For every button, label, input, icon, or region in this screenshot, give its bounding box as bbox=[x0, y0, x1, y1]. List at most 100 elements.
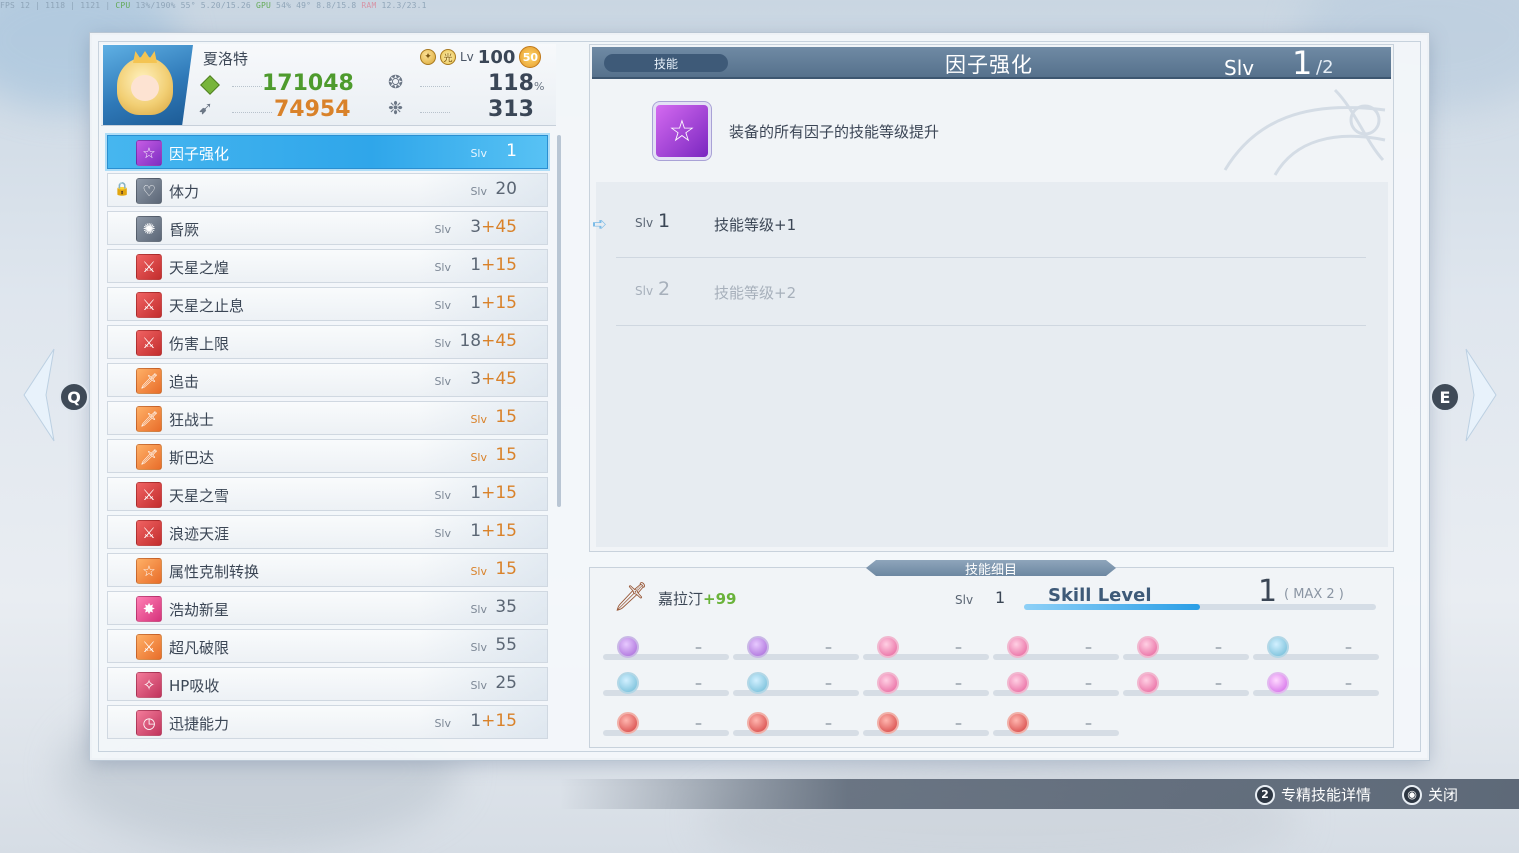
skill-row[interactable]: ⚔ 浪迹天涯 Slv 1+15 bbox=[107, 515, 548, 549]
skill-level-plus: +45 bbox=[481, 331, 517, 351]
skill-row[interactable]: ✸ 浩劫新星 Slv 35 bbox=[107, 591, 548, 625]
skill-name: 昏厥 bbox=[169, 221, 200, 239]
skill-name: 迅捷能力 bbox=[169, 715, 230, 733]
slot-dash: – bbox=[1345, 676, 1352, 692]
level-row-effect: 技能等级+1 bbox=[714, 216, 797, 234]
drain-icon: ✧ bbox=[136, 672, 162, 698]
skill-level-plus: +15 bbox=[481, 293, 517, 313]
close-key-icon: ◉ bbox=[1402, 784, 1422, 805]
swords-icon: ⚔ bbox=[136, 292, 162, 318]
attack-cursor-icon: ➹ bbox=[198, 98, 214, 119]
skill-row[interactable]: ⚔ 超凡破限 Slv 55 bbox=[107, 629, 548, 663]
swords-icon: ⚔ bbox=[136, 520, 162, 546]
skill-name: 天星之雪 bbox=[169, 487, 230, 505]
skill-name: 因子强化 bbox=[169, 145, 230, 163]
skill-category-pill: 技能 bbox=[604, 54, 728, 72]
footer-bar bbox=[560, 779, 1519, 809]
skill-row[interactable]: ⚔ 天星之煌 Slv 1+15 bbox=[107, 249, 548, 283]
swords-icon: ⚔ bbox=[136, 634, 162, 660]
slot-dash: – bbox=[955, 676, 962, 692]
skill-name: 天星之止息 bbox=[169, 297, 245, 315]
skill-slv-tag: Slv bbox=[470, 603, 487, 616]
slot-dash: – bbox=[695, 640, 702, 656]
skill-level-value: 15 bbox=[495, 445, 517, 465]
skill-row[interactable]: 🗡 狂战士 Slv 15 bbox=[107, 401, 548, 435]
skill-row[interactable]: ⚔ 伤害上限 Slv 18+45 bbox=[107, 325, 548, 359]
skill-name: 狂战士 bbox=[169, 411, 215, 429]
star-badge: 50 bbox=[519, 46, 542, 68]
mastery-detail-label: 专精技能详情 bbox=[1281, 786, 1372, 804]
factor-slot: – bbox=[603, 668, 729, 696]
level-value: 100 bbox=[477, 46, 516, 68]
skill-level: 35 bbox=[495, 597, 517, 617]
clock-icon: ◷ bbox=[136, 710, 162, 736]
skill-row[interactable]: 🔒 ♡ 体力 Slv 20 bbox=[107, 173, 548, 207]
prev-arrow-icon[interactable] bbox=[18, 345, 58, 445]
factor-slot: – bbox=[863, 632, 989, 660]
next-arrow-icon[interactable] bbox=[1462, 345, 1502, 445]
factor-teal-icon bbox=[747, 672, 769, 694]
skill-row[interactable]: ⚔ 天星之止息 Slv 1+15 bbox=[107, 287, 548, 321]
skill-row[interactable]: ☆ 因子强化 Slv 1 bbox=[107, 135, 548, 169]
skill-level-value: 3 bbox=[470, 217, 482, 237]
perf-gpu-label: GPU bbox=[255, 1, 272, 10]
coin-icon: ✦ bbox=[420, 49, 436, 65]
factor-slot: – bbox=[993, 668, 1119, 696]
skill-level: 1+15 bbox=[470, 521, 517, 541]
perf-fps: FPS 12 | 1118 | 1121 | bbox=[0, 1, 116, 10]
skill-row[interactable]: ◷ 迅捷能力 Slv 1+15 bbox=[107, 705, 548, 739]
skill-row[interactable]: 🗡 斯巴达 Slv 15 bbox=[107, 439, 548, 473]
perf-cpu-mem: 5.20/15.26 bbox=[200, 1, 251, 10]
prev-key-q[interactable]: Q bbox=[59, 382, 89, 412]
factor-pink-icon bbox=[1137, 636, 1159, 658]
skill-row[interactable]: ⚔ 天星之雪 Slv 1+15 bbox=[107, 477, 548, 511]
skill-breakdown-tab: 技能细目 bbox=[866, 560, 1116, 576]
skill-row[interactable]: ✧ HP吸收 Slv 25 bbox=[107, 667, 548, 701]
skill-level: 18+45 bbox=[459, 331, 517, 351]
skill-row[interactable]: ☆ 属性克制转换 Slv 15 bbox=[107, 553, 548, 587]
skill-level: 3+45 bbox=[470, 217, 517, 237]
slot-dash: – bbox=[1345, 640, 1352, 656]
skill-list-scrollbar[interactable] bbox=[557, 135, 561, 507]
critical-value: 118 bbox=[488, 71, 534, 96]
skill-row[interactable]: ✺ 昏厥 Slv 3+45 bbox=[107, 211, 548, 245]
skill-level-plus: +15 bbox=[481, 521, 517, 541]
skill-slv-tag: Slv bbox=[470, 565, 487, 578]
level-row-tag: Slv bbox=[635, 284, 654, 298]
skill-level-table: Slv 1 技能等级+1 Slv 2 技能等级+2 bbox=[596, 182, 1388, 547]
factor-slot: – bbox=[863, 708, 989, 736]
skill-slv-tag: Slv bbox=[434, 527, 451, 540]
character-name: 夏洛特 bbox=[203, 50, 249, 68]
mastery-detail-button[interactable]: 2 专精技能详情 bbox=[1255, 784, 1371, 805]
skill-title: 因子强化 bbox=[945, 53, 1033, 77]
factor-slot: – bbox=[1253, 668, 1379, 696]
dizzy-icon: ✺ bbox=[136, 216, 162, 242]
skill-level-value: 20 bbox=[495, 179, 517, 199]
skill-slv-tag: Slv bbox=[470, 147, 487, 160]
next-key-e[interactable]: E bbox=[1430, 382, 1460, 412]
close-button[interactable]: ◉ 关闭 bbox=[1402, 784, 1458, 805]
factor-teal-icon bbox=[1267, 636, 1289, 658]
weapon-slv-value: 1 bbox=[995, 588, 1006, 607]
speed-stat: 313 bbox=[488, 97, 534, 122]
critical-unit: % bbox=[533, 80, 545, 93]
skill-level-value: 1 bbox=[506, 141, 517, 161]
factor-slot: – bbox=[603, 708, 729, 736]
awaken-icon: 光 bbox=[440, 49, 456, 65]
perf-ram-value: 12.3/23.1 bbox=[381, 1, 427, 10]
factor-star-icon bbox=[1267, 672, 1289, 694]
lock-icon: 🔒 bbox=[114, 182, 131, 197]
factor-pink-icon bbox=[1137, 672, 1159, 694]
skill-slv-tag: Slv bbox=[434, 337, 451, 350]
factor-slot: – bbox=[1253, 632, 1379, 660]
perf-gpu-value: 54% bbox=[276, 1, 292, 10]
star-outline-icon: ☆ bbox=[136, 558, 162, 584]
skill-name: 体力 bbox=[169, 183, 200, 201]
skill-level: 1 bbox=[506, 141, 517, 161]
level-row-number: 2 bbox=[658, 278, 671, 300]
factor-red-icon bbox=[1007, 712, 1029, 734]
skill-level-value: 55 bbox=[495, 635, 517, 655]
factor-pink-icon bbox=[877, 672, 899, 694]
skill-row[interactable]: 🗡 追击 Slv 3+45 bbox=[107, 363, 548, 397]
factor-red-icon bbox=[747, 712, 769, 734]
